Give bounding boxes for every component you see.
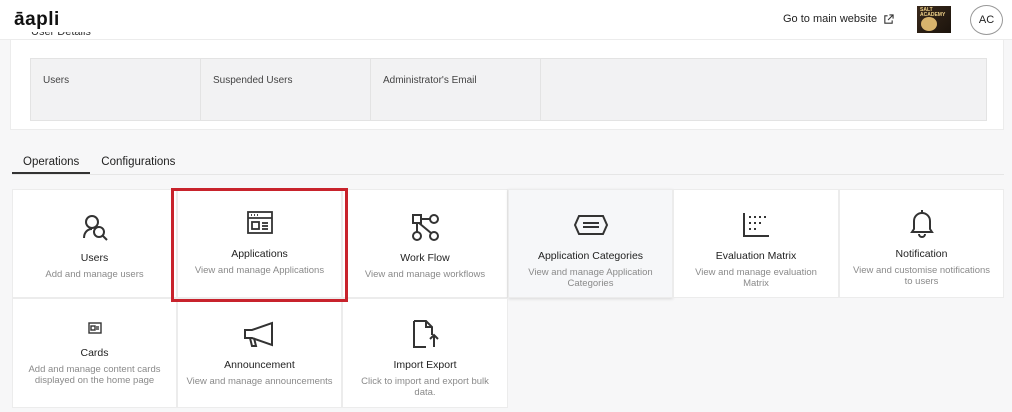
tab-operations[interactable]: Operations (12, 150, 91, 174)
workflow-icon (410, 212, 440, 242)
tabs-divider (12, 174, 1004, 175)
card-title: Application Categories (537, 250, 644, 262)
thumbnail-text: SALT ACADEMY (920, 7, 946, 18)
card-cards[interactable]: Cards Add and manage content cards displ… (12, 298, 177, 408)
card-title: Work Flow (400, 252, 450, 264)
users-icon (80, 212, 110, 242)
card-title: Evaluation Matrix (715, 250, 797, 262)
megaphone-icon (242, 319, 278, 349)
card-title: Announcement (224, 359, 295, 371)
card-users[interactable]: Users Add and manage users (12, 189, 177, 298)
card-desc: View and manage announcements (186, 376, 333, 387)
thumbnail-graphic (921, 17, 937, 31)
col-admin-email: Administrator's Email (371, 59, 541, 120)
go-main-label: Go to main website (783, 13, 878, 25)
card-desc: Add and manage content cards displayed o… (28, 364, 161, 386)
card-desc: View and manage workflows (364, 269, 486, 280)
user-details-card: User Details Users Suspended Users Admin… (10, 32, 1004, 130)
bell-icon (909, 208, 935, 238)
academy-thumbnail[interactable]: SALT ACADEMY (917, 6, 951, 33)
user-details-table: Users Suspended Users Administrator's Em… (30, 58, 987, 121)
col-suspended-users: Suspended Users (201, 59, 371, 120)
categories-icon (573, 210, 609, 240)
card-desc: View and manage Application Categories (528, 267, 653, 289)
card-announcement[interactable]: Announcement View and manage announcemen… (177, 298, 342, 408)
card-evaluation-matrix[interactable]: Evaluation Matrix View and manage evalua… (673, 189, 839, 298)
card-desc: View and manage evaluation Matrix (695, 267, 817, 289)
matrix-icon (741, 210, 771, 240)
card-application-categories[interactable]: Application Categories View and manage A… (508, 189, 673, 298)
card-desc: View and customise notifications to user… (852, 265, 991, 287)
card-title: Cards (80, 347, 109, 359)
card-notification[interactable]: Notification View and customise notifica… (839, 189, 1004, 298)
card-desc: View and manage Applications (194, 265, 325, 276)
user-avatar[interactable]: AC (970, 5, 1003, 35)
section-tabs: Operations Configurations (12, 150, 186, 174)
card-title: Users (80, 252, 109, 264)
card-title: Notification (895, 248, 948, 260)
cards-icon (87, 317, 102, 339)
top-bar: āapli Go to main website SALT ACADEMY AC (0, 0, 1012, 40)
card-title: Applications (231, 248, 288, 260)
external-link-icon (884, 13, 894, 24)
card-title: Import Export (393, 359, 457, 371)
card-applications[interactable]: Applications View and manage Application… (177, 189, 342, 298)
col-empty (541, 59, 986, 120)
card-desc: Click to import and export bulk data. (361, 376, 489, 398)
go-to-main-website-link[interactable]: Go to main website (783, 13, 894, 25)
card-import-export[interactable]: Import Export Click to import and export… (342, 298, 508, 408)
card-desc: Add and manage users (45, 269, 144, 280)
tab-configurations[interactable]: Configurations (90, 150, 186, 174)
col-users: Users (31, 59, 201, 120)
import-export-icon (410, 319, 440, 349)
applications-icon (246, 208, 274, 238)
card-work-flow[interactable]: Work Flow View and manage workflows (342, 189, 508, 298)
user-details-title: User Details (31, 32, 91, 38)
app-logo[interactable]: āapli (14, 9, 60, 31)
